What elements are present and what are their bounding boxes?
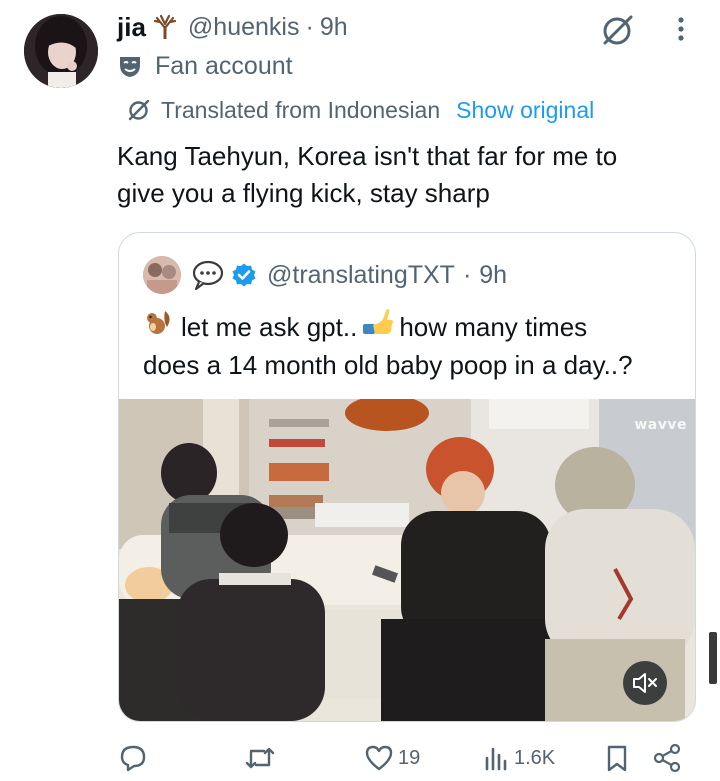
- more-icon[interactable]: [666, 14, 696, 44]
- show-original-link[interactable]: Show original: [456, 97, 594, 124]
- retweet-icon: [244, 743, 276, 773]
- author-handle[interactable]: @huenkis: [188, 13, 300, 42]
- quote-avatar: [143, 256, 181, 294]
- like-button[interactable]: 19: [364, 738, 420, 778]
- retweet-button[interactable]: [244, 738, 280, 778]
- pointing-hand-emoji: [361, 307, 395, 347]
- tweet-text: Kang Taehyun, Korea isn't that far for m…: [117, 138, 707, 212]
- quoted-tweet-card[interactable]: @translatingTXT · 9h let me ask gpt.. ho…: [118, 232, 696, 722]
- views-icon: [484, 743, 510, 773]
- tweet-text-line: give you a flying kick, stay sharp: [117, 178, 490, 208]
- action-bar: 19 1.6K: [0, 738, 720, 778]
- bookmark-button[interactable]: [604, 738, 630, 778]
- verified-icon: [231, 262, 257, 288]
- reply-button[interactable]: [118, 738, 152, 778]
- quote-text-line: does a 14 month old baby poop in a day..…: [143, 350, 633, 380]
- views-count: 1.6K: [514, 746, 556, 769]
- separator-dot: ·: [305, 12, 314, 41]
- like-icon: [364, 743, 394, 773]
- mask-icon: [117, 53, 143, 79]
- quote-header: @translatingTXT · 9h: [143, 255, 507, 295]
- fan-account-text: Fan account: [155, 51, 293, 80]
- quote-handle[interactable]: @translatingTXT: [267, 261, 455, 290]
- quote-text-line: let me ask gpt.. how many times: [143, 307, 633, 347]
- squirrel-emoji: [143, 307, 173, 347]
- video-watermark: wavve: [634, 417, 687, 433]
- like-count: 19: [398, 746, 421, 769]
- speech-bubble-emoji: [191, 258, 225, 292]
- separator-dot: ·: [462, 260, 472, 289]
- quote-text-part: let me ask gpt..: [181, 311, 358, 342]
- share-icon: [652, 743, 682, 773]
- translated-from-text: Translated from Indonesian: [161, 96, 441, 123]
- quote-text-part: how many times: [399, 311, 588, 342]
- account-label: Fan account: [117, 50, 293, 82]
- views-button[interactable]: 1.6K: [484, 738, 555, 778]
- tree-emoji: [152, 14, 178, 40]
- author-avatar[interactable]: [24, 14, 98, 88]
- scrollbar-thumb[interactable]: [709, 632, 717, 684]
- author-header: jia @huenkis · 9h: [117, 10, 348, 44]
- post-time[interactable]: 9h: [320, 13, 348, 42]
- quote-text: let me ask gpt.. how many times does a 1…: [143, 307, 633, 384]
- tweet-text-line: Kang Taehyun, Korea isn't that far for m…: [117, 141, 618, 171]
- translation-notice: Translated from Indonesian Show original: [127, 95, 594, 125]
- share-button[interactable]: [652, 738, 682, 778]
- quote-time[interactable]: 9h: [479, 261, 507, 290]
- reply-icon: [118, 743, 148, 773]
- mute-icon[interactable]: [623, 661, 667, 705]
- grok-icon[interactable]: [600, 12, 636, 48]
- author-display-name[interactable]: jia: [117, 12, 146, 43]
- quote-video[interactable]: wavve: [119, 399, 695, 721]
- translate-icon: [127, 98, 151, 122]
- bookmark-icon: [604, 743, 630, 773]
